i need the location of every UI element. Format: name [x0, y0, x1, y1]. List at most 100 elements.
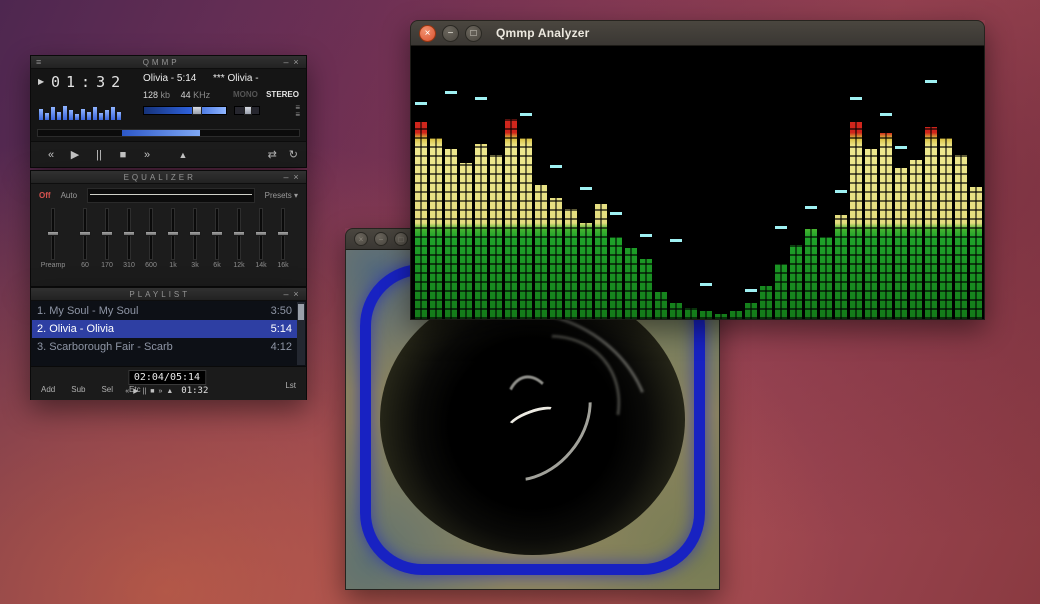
desktop-wallpaper: × − □ × − □ Qmmp Analyzer ≡ QMMP – × ▶ 0…: [0, 0, 1040, 604]
play-button[interactable]: ▶: [63, 146, 87, 164]
equalizer-window: EQUALIZER – × Off Auto Presets ▾ Preamp 6…: [30, 170, 307, 287]
preamp-slider[interactable]: [40, 206, 66, 262]
next-button[interactable]: »: [135, 146, 159, 164]
eq-band-slider[interactable]: [74, 206, 96, 262]
eq-band-slider[interactable]: [250, 206, 272, 262]
eq-curve-display: [87, 187, 255, 203]
eq-presets-button[interactable]: Presets ▾: [265, 191, 298, 200]
slider-handle[interactable]: [101, 231, 113, 236]
peak-marker: [445, 91, 457, 94]
slider-handle[interactable]: [123, 231, 135, 236]
close-icon[interactable]: ×: [291, 172, 301, 182]
close-icon[interactable]: ×: [354, 232, 368, 246]
minimize-icon[interactable]: −: [374, 232, 388, 246]
stop-button[interactable]: ■: [111, 146, 135, 164]
peak-marker: [835, 190, 847, 193]
eject-button[interactable]: ▲: [166, 388, 173, 395]
qmmp-main-window: ≡ QMMP – × ▶ 01:32 Olivia - 5:14 *** Oli…: [30, 55, 307, 168]
samplerate-value: 44: [180, 90, 191, 100]
previous-button[interactable]: «: [125, 388, 129, 395]
shade-icon[interactable]: –: [281, 172, 291, 182]
close-icon[interactable]: ×: [291, 57, 301, 67]
add-button[interactable]: Add: [41, 385, 55, 394]
analyzer-bar: [714, 46, 729, 319]
slider-handle[interactable]: [189, 231, 201, 236]
eq-band-label: Preamp: [40, 262, 66, 269]
playlist-scrollbar[interactable]: [297, 302, 305, 365]
scrollbar-thumb[interactable]: [298, 304, 304, 320]
track-title: 3. Scarborough Fair - Scarb: [37, 341, 173, 353]
eq-band-slider[interactable]: [118, 206, 140, 262]
mini-spectrum-bar: [57, 112, 61, 120]
eq-auto-button[interactable]: Auto: [61, 191, 77, 200]
playlist-row[interactable]: 3. Scarborough Fair - Scarb 4:12: [32, 338, 297, 356]
analyzer-bar: [744, 46, 759, 319]
analyzer-bar: [444, 46, 459, 319]
previous-button[interactable]: «: [39, 146, 63, 164]
slider-handle[interactable]: [255, 231, 267, 236]
slider-handle[interactable]: [167, 231, 179, 236]
minimize-icon[interactable]: –: [281, 57, 291, 67]
slider-handle[interactable]: [47, 231, 59, 236]
eq-band-slider[interactable]: [184, 206, 206, 262]
mini-spectrum-bar: [105, 110, 109, 120]
analyzer-window: × − □ Qmmp Analyzer: [410, 20, 985, 320]
eq-band-slider[interactable]: [272, 206, 294, 262]
maximize-icon[interactable]: □: [465, 24, 482, 42]
pause-button[interactable]: ||: [143, 388, 147, 395]
track-title: 2. Olivia - Olivia: [37, 323, 115, 335]
sel-button[interactable]: Sel: [101, 385, 113, 394]
samplerate-unit: KHz: [193, 90, 211, 100]
play-status-icon: ▶: [38, 77, 45, 86]
eq-band-label: 600: [145, 262, 157, 269]
eq-sliders: Preamp 60 170 310 600 1k 3k 6k 12k 14k 16k: [31, 206, 306, 274]
next-button[interactable]: »: [158, 388, 162, 395]
seek-handle[interactable]: [121, 130, 200, 136]
eq-onoff-button[interactable]: Off: [39, 191, 51, 200]
minimize-icon[interactable]: −: [442, 24, 459, 42]
equalizer-titlebar[interactable]: EQUALIZER – ×: [31, 171, 306, 184]
playlist-row[interactable]: 1. My Soul - My Soul 3:50: [32, 302, 297, 320]
repeat-button[interactable]: ↻: [289, 148, 298, 161]
analyzer-bar: [564, 46, 579, 319]
playlist-toggle-button[interactable]: ≡: [295, 111, 300, 119]
slider-handle[interactable]: [277, 231, 289, 236]
playlist-titlebar[interactable]: PLAYLIST – ×: [31, 288, 306, 301]
eq-band-slider[interactable]: [228, 206, 250, 262]
slider-handle[interactable]: [233, 231, 245, 236]
slider-handle[interactable]: [211, 231, 223, 236]
balance-handle[interactable]: [244, 106, 252, 115]
volume-slider[interactable]: [143, 106, 227, 115]
maximize-icon[interactable]: □: [394, 232, 408, 246]
shuffle-button[interactable]: ⇄: [268, 148, 277, 161]
eq-band-slider[interactable]: [162, 206, 184, 262]
mini-spectrum-bar: [93, 107, 97, 120]
play-button[interactable]: ▶: [133, 387, 138, 395]
analyzer-bar: [849, 46, 864, 319]
slider-handle[interactable]: [145, 231, 157, 236]
eq-band-slider[interactable]: [206, 206, 228, 262]
shade-icon[interactable]: –: [281, 289, 291, 299]
pause-button[interactable]: ||: [87, 146, 111, 164]
analyzer-bar: [924, 46, 939, 319]
volume-handle[interactable]: [191, 106, 202, 115]
spectrum-analyzer: [410, 46, 985, 320]
peak-marker: [640, 234, 652, 237]
sub-button[interactable]: Sub: [71, 385, 85, 394]
analyzer-bar: [519, 46, 534, 319]
stop-button[interactable]: ■: [150, 388, 154, 395]
eq-band-slider[interactable]: [96, 206, 118, 262]
playlist-footer: Add Sub Sel Etc 02:04/05:14 «▶ || ■» ▲ 01:32 Ls…: [31, 367, 306, 400]
eq-band-slider[interactable]: [140, 206, 162, 262]
main-titlebar[interactable]: ≡ QMMP – ×: [31, 56, 306, 69]
close-icon[interactable]: ×: [291, 289, 301, 299]
balance-slider[interactable]: [234, 106, 260, 115]
playlist-row[interactable]: 2. Olivia - Olivia 5:14: [32, 320, 297, 338]
eject-button[interactable]: ▲: [171, 146, 195, 164]
seek-bar[interactable]: [37, 129, 300, 137]
peak-marker: [475, 97, 487, 100]
close-icon[interactable]: ×: [419, 24, 436, 42]
analyzer-titlebar[interactable]: × − □ Qmmp Analyzer: [410, 20, 985, 46]
list-menu-button[interactable]: Lst: [285, 381, 296, 390]
slider-handle[interactable]: [79, 231, 91, 236]
